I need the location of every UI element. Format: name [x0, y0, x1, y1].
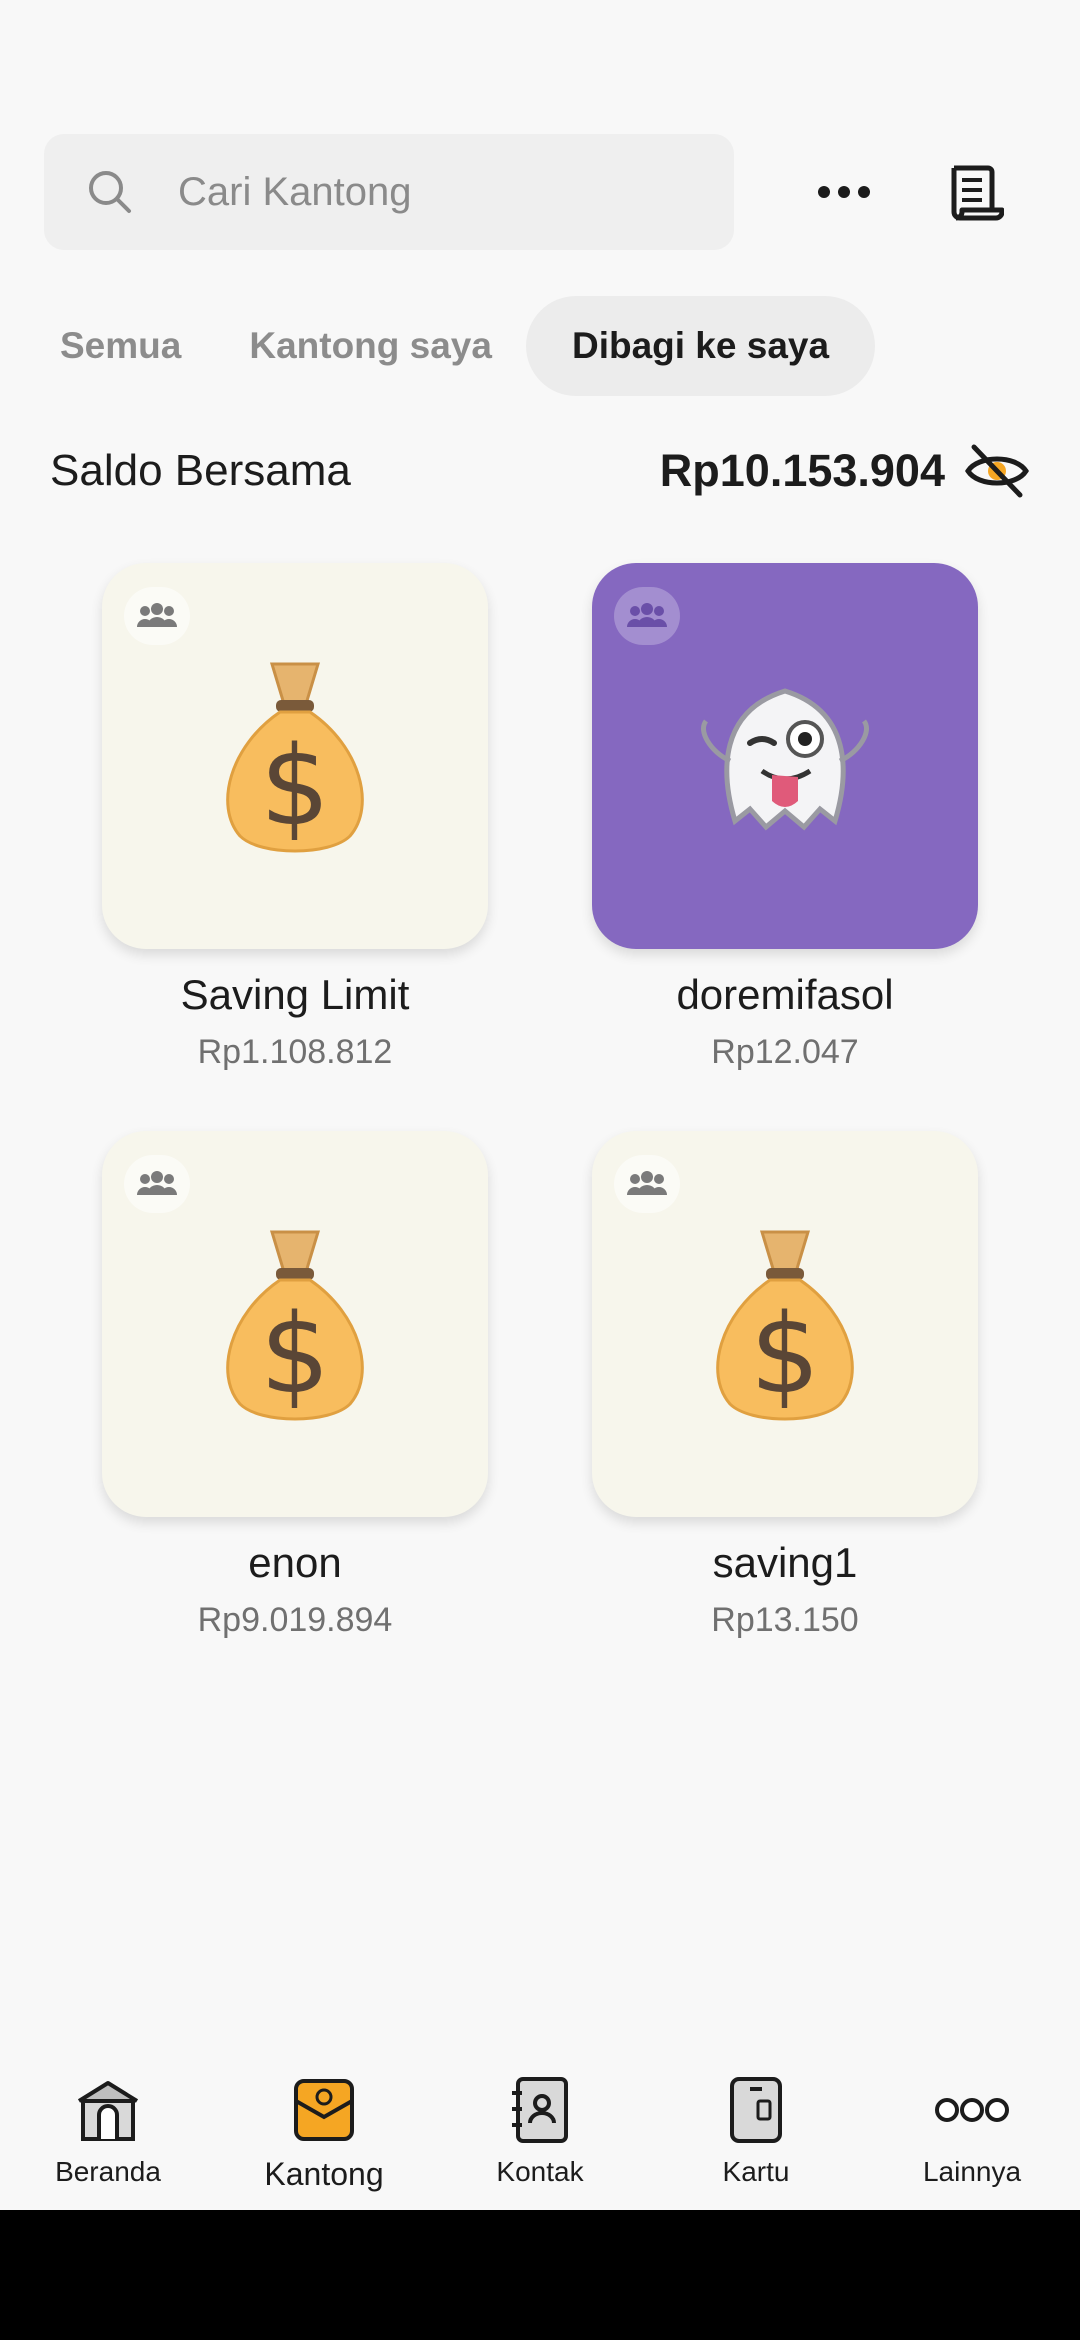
nav-item-contacts[interactable]: Kontak: [432, 2050, 648, 2210]
pocket-item[interactable]: doremifasol Rp12.047: [592, 563, 978, 1072]
search-input[interactable]: [178, 169, 658, 215]
history-button[interactable]: [934, 154, 1014, 234]
shared-group-badge: [124, 1155, 190, 1213]
more-options-button[interactable]: [809, 162, 879, 222]
pocket-card[interactable]: $: [102, 563, 488, 949]
pocket-card[interactable]: [592, 563, 978, 949]
search-icon: [89, 171, 131, 213]
shared-group-badge: [614, 587, 680, 645]
pocket-name: Saving Limit: [180, 971, 410, 1018]
pocket-name: enon: [248, 1539, 342, 1586]
pocket-card[interactable]: $: [592, 1131, 978, 1517]
nav-label: Beranda: [55, 2156, 161, 2187]
pocket-card[interactable]: $: [102, 1131, 488, 1517]
bottom-navigation: Beranda Kantong Kontak Kartu Lainnya: [0, 2050, 1080, 2210]
pocket-icon: [294, 2079, 354, 2141]
tab-my-pockets[interactable]: Kantong saya: [215, 296, 526, 396]
svg-text:$: $: [260, 722, 330, 850]
pocket-filter-tabs: Semua Kantong saya Dibagi ke saya: [60, 296, 876, 396]
money-bag-icon: $: [716, 1230, 854, 1421]
pocket-amount: Rp12.047: [711, 1033, 859, 1071]
card-icon: [730, 2077, 782, 2143]
search-bar[interactable]: [44, 134, 734, 250]
nav-label: Kartu: [722, 2156, 790, 2187]
nav-item-more[interactable]: Lainnya: [864, 2050, 1080, 2210]
pocket-amount: Rp9.019.894: [197, 1601, 393, 1639]
receipt-icon: [951, 165, 1004, 221]
pocket-amount: Rp13.150: [711, 1601, 859, 1639]
money-bag-icon: $: [226, 662, 364, 853]
pocket-name: doremifasol: [676, 971, 894, 1018]
shared-group-badge: [124, 587, 190, 645]
pocket-name: saving1: [712, 1539, 858, 1586]
pocket-item[interactable]: $ Saving Limit Rp1.108.812: [102, 563, 488, 1072]
balance-label: Saldo Bersama: [50, 446, 351, 495]
group-icon: [627, 1171, 667, 1195]
nav-item-home[interactable]: Beranda: [0, 2050, 216, 2210]
nav-item-pocket[interactable]: Kantong: [216, 2050, 432, 2210]
balance-value: Rp10.153.904: [659, 445, 945, 496]
svg-text:$: $: [750, 1290, 820, 1418]
group-icon: [137, 1171, 177, 1195]
ghost-icon: [701, 688, 869, 831]
shared-group-badge: [614, 1155, 680, 1213]
app: Semua Kantong saya Dibagi ke saya Saldo …: [0, 0, 1080, 2340]
nav-item-card[interactable]: Kartu: [648, 2050, 864, 2210]
nav-label: Lainnya: [922, 2156, 1022, 2187]
group-icon: [137, 603, 177, 627]
home-icon: [77, 2081, 139, 2141]
svg-text:$: $: [260, 1290, 330, 1418]
pocket-item[interactable]: $ enon Rp9.019.894: [102, 1131, 488, 1640]
pocket-item[interactable]: $ saving1 Rp13.150: [592, 1131, 978, 1640]
money-bag-icon: $: [226, 1230, 364, 1421]
nav-label: Kantong: [264, 2156, 384, 2192]
system-navigation-bar: [0, 2210, 1080, 2340]
top-bar: [44, 134, 1036, 250]
eye-off-icon[interactable]: [964, 441, 1030, 501]
tab-all[interactable]: Semua: [26, 296, 215, 396]
more-icon: [935, 2098, 1009, 2122]
contacts-icon: [512, 2077, 568, 2143]
group-icon: [627, 603, 667, 627]
tab-shared-with-me[interactable]: Dibagi ke saya: [525, 296, 876, 396]
nav-label: Kontak: [496, 2156, 584, 2187]
more-horizontal-icon: [818, 186, 870, 198]
shared-balance-row: Saldo Bersama Rp10.153.904: [50, 436, 1030, 506]
pocket-amount: Rp1.108.812: [197, 1033, 393, 1071]
